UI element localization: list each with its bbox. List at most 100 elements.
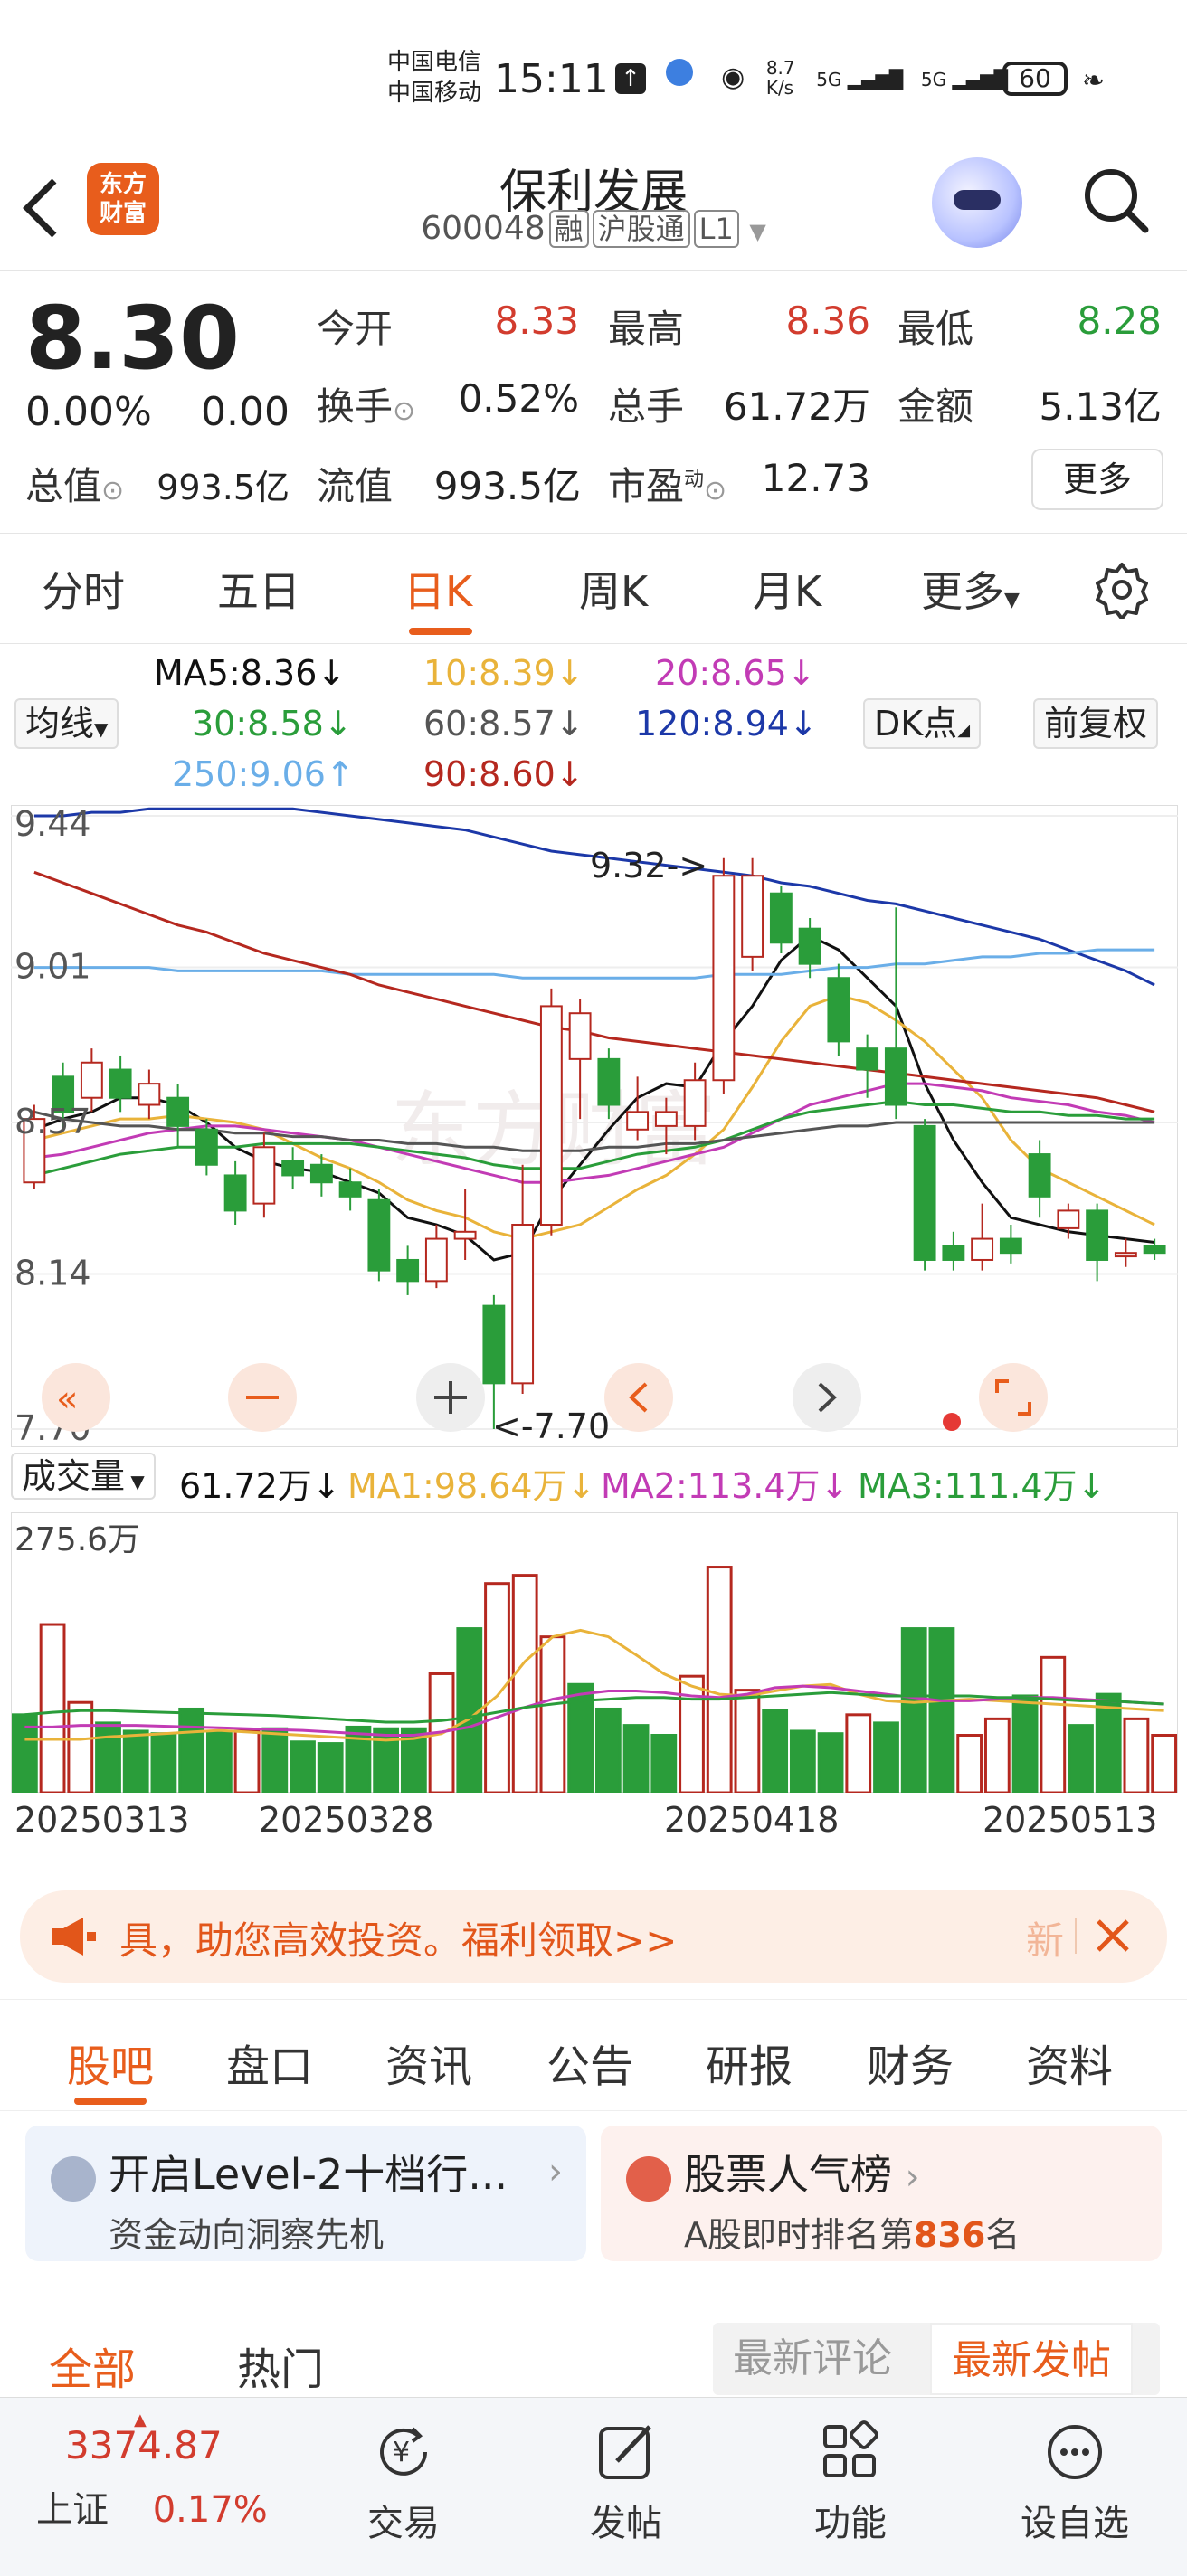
change-percent: 0.00% [25, 389, 152, 435]
total-value-label[interactable]: 总值⊙ [25, 456, 124, 511]
candle-body [626, 1111, 650, 1131]
tab-weekly-k[interactable]: 周K [579, 559, 648, 619]
volume-bar [789, 1729, 816, 1793]
kline-chart[interactable]: 东方财富 9.449.018.578.147.70 9.32-> <-7.70 … [11, 805, 1178, 1447]
ma90-label: 90:8.60↓ [423, 754, 584, 794]
candle [884, 907, 907, 1120]
tab-research[interactable]: 研报 [706, 2031, 793, 2094]
search-button[interactable] [1078, 163, 1151, 235]
active-tab-indicator [409, 628, 472, 635]
turnover-label[interactable]: 换手⊙ [317, 376, 415, 431]
candle-body [1086, 1209, 1109, 1261]
low-label: 最低 [897, 307, 974, 351]
candle-body [1057, 1209, 1080, 1229]
zoom-out-button[interactable] [228, 1363, 297, 1432]
tab-order-book[interactable]: 盘口 [226, 2031, 313, 2094]
candle [1028, 1140, 1051, 1218]
y-tick-label: 9.44 [14, 805, 91, 844]
volume-bar [762, 1709, 789, 1793]
leaf-icon: ❧ [1082, 65, 1106, 97]
volume-bar [1151, 1734, 1178, 1793]
float-value: 993.5亿 [433, 464, 581, 508]
tab-profile[interactable]: 资料 [1026, 2031, 1113, 2094]
feed-tab-all[interactable]: 全部 [49, 2334, 136, 2397]
sort-latest-posts[interactable]: 最新发帖 [930, 2323, 1133, 2395]
fullscreen-button[interactable] [979, 1363, 1048, 1432]
float-value-label: 流值 [317, 464, 394, 508]
low-annotation: <-7.70 [492, 1406, 610, 1446]
y-axis-labels: 9.449.018.578.147.70 [14, 805, 91, 1447]
info-icon: ⊙ [101, 475, 125, 507]
date-label: 20250313 [14, 1800, 190, 1840]
volume-bar [511, 1574, 538, 1793]
zoom-in-button[interactable] [416, 1363, 485, 1432]
tab-forum[interactable]: 股吧 [67, 2031, 154, 2094]
candle [338, 1168, 362, 1211]
popularity-rank: 836 [914, 2215, 986, 2255]
volume-bar [261, 1727, 289, 1793]
tab-financials[interactable]: 财务 [867, 2031, 954, 2094]
scroll-left-button[interactable] [604, 1363, 673, 1432]
popularity-card[interactable]: 股票人气榜 › A股即时排名第836名 [601, 2126, 1162, 2261]
close-icon[interactable] [1086, 1908, 1140, 1963]
more-quote-button[interactable]: 更多 [1031, 449, 1163, 510]
nav-add-watchlist[interactable]: 设自选 [1002, 2416, 1147, 2546]
volume-bar [650, 1734, 678, 1793]
carrier-2: 中国移动 [387, 80, 482, 107]
candle [138, 1069, 161, 1120]
volume-bar [290, 1740, 316, 1793]
sort-latest-comments[interactable]: 最新评论 [713, 2323, 912, 2395]
scroll-left-fast-button[interactable]: « [42, 1363, 110, 1432]
volume-bar [983, 1717, 1011, 1793]
volume-bar [734, 1689, 761, 1793]
level2-subtitle: 资金动向洞察先机 [109, 2215, 385, 2255]
adjust-button[interactable]: 前复权 [1033, 698, 1159, 749]
candle [424, 1225, 448, 1289]
ma-selector-button[interactable]: 均线▼ [14, 698, 119, 749]
active-tab-indicator [74, 2098, 147, 2105]
volume-indicator-button[interactable]: 成交量 ▼ [11, 1453, 156, 1500]
eye-icon: ◉ [721, 61, 745, 93]
level2-card[interactable]: 开启Level-2十档行... 资金动向洞察先机 › [25, 2126, 586, 2261]
feed-tab-hot[interactable]: 热门 [237, 2334, 324, 2397]
volume-label: 总手 [608, 384, 685, 429]
quote-panel: 8.30 0.00% 0.00 今开 8.33 最高 8.36 最低 8.28 … [0, 271, 1187, 534]
chart-settings-button[interactable] [1093, 561, 1151, 620]
volume-bar [95, 1721, 121, 1793]
tab-five-day[interactable]: 五日 [217, 559, 300, 619]
candle-body [769, 892, 793, 944]
pe-label[interactable]: 市盈动⊙ [608, 456, 726, 511]
index-ticker[interactable]: ▲ 3374.87 上证 0.17% [36, 2410, 308, 2533]
candle-body [138, 1083, 161, 1106]
tab-announcements[interactable]: 公告 [546, 2031, 633, 2094]
volume-bar [205, 1730, 233, 1793]
tab-more-periods[interactable]: 更多▼ [921, 559, 1020, 619]
status-bar: 中国电信 中国移动 15:11 ↑ ◉ 8.7 K/s 5G ▂▄▆█ 5G ▂▄… [0, 0, 1187, 154]
vol-ma2-label: MA2:113.4万↓ [601, 1466, 850, 1506]
sort-toggle: 最新评论 最新发帖 [713, 2323, 1160, 2395]
date-label: 20250328 [259, 1800, 434, 1840]
scroll-right-button[interactable] [793, 1363, 861, 1432]
volume-bar [122, 1729, 149, 1793]
trade-icon: ¥ [380, 2427, 427, 2476]
promo-banner[interactable]: 具，助您高效投资。福利领取>> 新 [20, 1890, 1167, 1983]
tab-daily-k[interactable]: 日K [404, 559, 472, 619]
nav-post[interactable]: 发帖 [554, 2416, 698, 2546]
y-tick-label: 8.57 [14, 1102, 91, 1141]
low-value: 8.28 [1077, 298, 1162, 343]
megaphone-icon [52, 1918, 96, 1956]
grid-icon [823, 2420, 878, 2477]
nav-function[interactable]: 功能 [778, 2416, 923, 2546]
candle-body [1143, 1245, 1166, 1255]
nav-trade[interactable]: ¥ 交易 [331, 2416, 476, 2546]
ai-assistant-avatar[interactable] [932, 157, 1022, 248]
dk-point-button[interactable]: DK点◢ [863, 698, 982, 749]
tab-news[interactable]: 资讯 [385, 2031, 472, 2094]
tab-intraday[interactable]: 分时 [42, 559, 125, 619]
nav-trade-label: 交易 [367, 2503, 440, 2544]
tab-monthly-k[interactable]: 月K [753, 559, 821, 619]
battery-icon: 60 [1002, 62, 1068, 96]
candle-body [281, 1160, 305, 1177]
candle [539, 988, 563, 1236]
volume-chart[interactable]: 275.6万 [11, 1512, 1178, 1793]
